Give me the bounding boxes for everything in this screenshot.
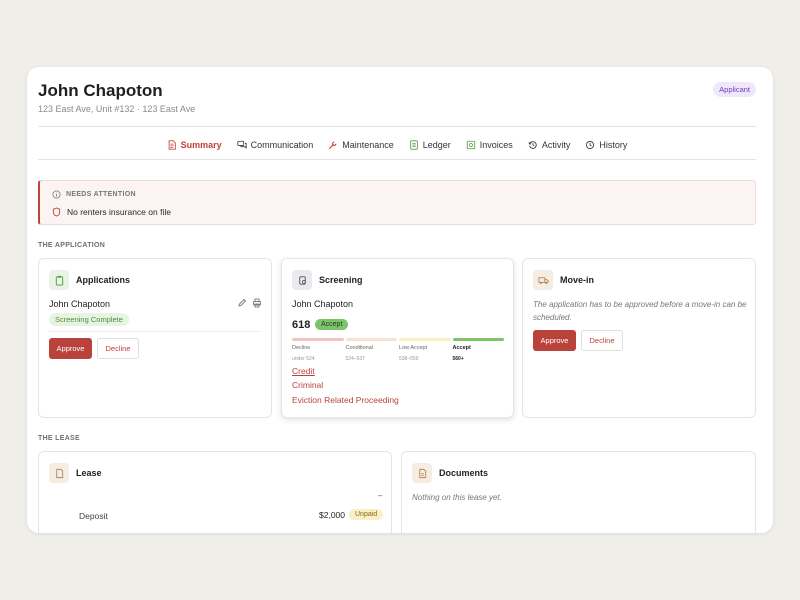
lease-dash: – [378,491,383,500]
tab-activity[interactable]: Activity [528,140,571,150]
divider [38,159,756,160]
score-band-bar [345,338,397,341]
section-heading-application: THE APPLICATION [38,242,106,249]
tenant-card: John Chapoton 123 East Ave, Unit #132 · … [27,67,773,533]
printer-icon[interactable] [252,298,262,308]
applicant-name: John Chapoton [49,299,111,309]
attention-heading: NEEDS ATTENTION [52,190,136,199]
applications-panel: Applications John Chapoton Screening Com… [38,258,272,418]
tab-bar: Summary Communication Maintenance Ledger… [38,131,756,159]
screening-score: 618 [292,319,311,331]
clipboard-icon [49,270,69,290]
payment-status-badge: Unpaid [349,509,384,520]
scan-document-icon [292,270,312,290]
divider [49,331,261,332]
shield-icon [52,207,61,217]
lease-document-icon [49,463,69,483]
chat-icon [237,140,247,149]
movein-panel: Move-in The application has to be approv… [522,258,756,418]
tab-label: Activity [541,140,571,150]
ledger-icon [410,140,418,150]
score-band-label: Low Accept [399,345,428,351]
screening-panel: Screening John Chapoton 618 Accept Decli… [281,258,514,418]
tab-ledger[interactable]: Ledger [409,140,451,150]
wrench-icon [329,141,337,149]
tab-label: Summary [180,140,222,150]
tab-invoices[interactable]: Invoices [466,140,513,150]
document-icon [168,140,176,150]
tab-label: Ledger [422,140,451,150]
credit-link[interactable]: Credit [292,366,315,376]
applicant-name: John Chapoton [292,299,354,309]
tab-maintenance[interactable]: Maintenance [328,140,394,150]
documents-empty-note: Nothing on this lease yet. [412,493,502,502]
score-band-range: under 524 [292,356,315,362]
score-band-range: 560+ [452,356,464,362]
deposit-amount: $2,000 [319,510,345,520]
score-band-label: Accept [452,345,471,351]
invoice-icon [466,140,475,150]
page-title: John Chapoton [38,81,163,100]
eviction-link[interactable]: Eviction Related Proceeding [292,395,399,405]
tab-label: Maintenance [342,140,394,150]
role-badge: Applicant [713,82,756,97]
file-icon [412,463,432,483]
panel-title: Move-in [560,275,595,285]
score-band-range: 524–537 [345,356,365,362]
score-band-range: 538–559 [399,356,419,362]
history-icon [586,140,595,150]
score-band-bar [292,338,344,341]
tab-summary[interactable]: Summary [167,140,222,150]
pencil-icon[interactable] [237,298,247,308]
criminal-link[interactable]: Criminal [292,380,323,390]
panel-title: Screening [319,275,363,285]
attention-title: NEEDS ATTENTION [66,191,136,198]
decline-button[interactable]: Decline [97,338,139,359]
info-circle-icon [52,190,61,199]
needs-attention-banner: NEEDS ATTENTION No renters insurance on … [38,180,756,225]
score-band-label: Conditional [345,345,374,351]
divider [38,126,756,127]
screening-result-badge: Accept [315,319,349,330]
decline-button[interactable]: Decline [581,330,623,351]
documents-panel: Documents Nothing on this lease yet. [401,451,756,533]
deposit-label: Deposit [79,511,108,521]
truck-icon [533,270,553,290]
tab-label: Invoices [479,140,513,150]
tab-label: History [599,140,628,150]
status-badge: Screening Complete [49,313,129,326]
panel-title: Documents [439,468,489,478]
score-band-label: Decline [292,345,311,351]
address-subtitle: 123 East Ave, Unit #132 · 123 East Ave [38,104,196,114]
score-band-bar [399,338,451,341]
panel-title: Applications [76,275,131,285]
movein-note: The application has to be approved befor… [533,300,747,322]
tab-label: Communication [250,140,314,150]
panel-title: Lease [76,468,102,478]
tab-communication[interactable]: Communication [237,140,314,150]
approve-button[interactable]: Approve [49,338,92,359]
section-heading-lease: THE LEASE [38,435,80,442]
score-band-bar [452,338,504,341]
attention-item: No renters insurance on file [52,207,171,217]
attention-message: No renters insurance on file [67,207,171,217]
activity-icon [528,141,537,149]
approve-button[interactable]: Approve [533,330,576,351]
tab-history[interactable]: History [585,140,627,150]
lease-panel: Lease – Deposit $2,000 Unpaid [38,451,392,533]
